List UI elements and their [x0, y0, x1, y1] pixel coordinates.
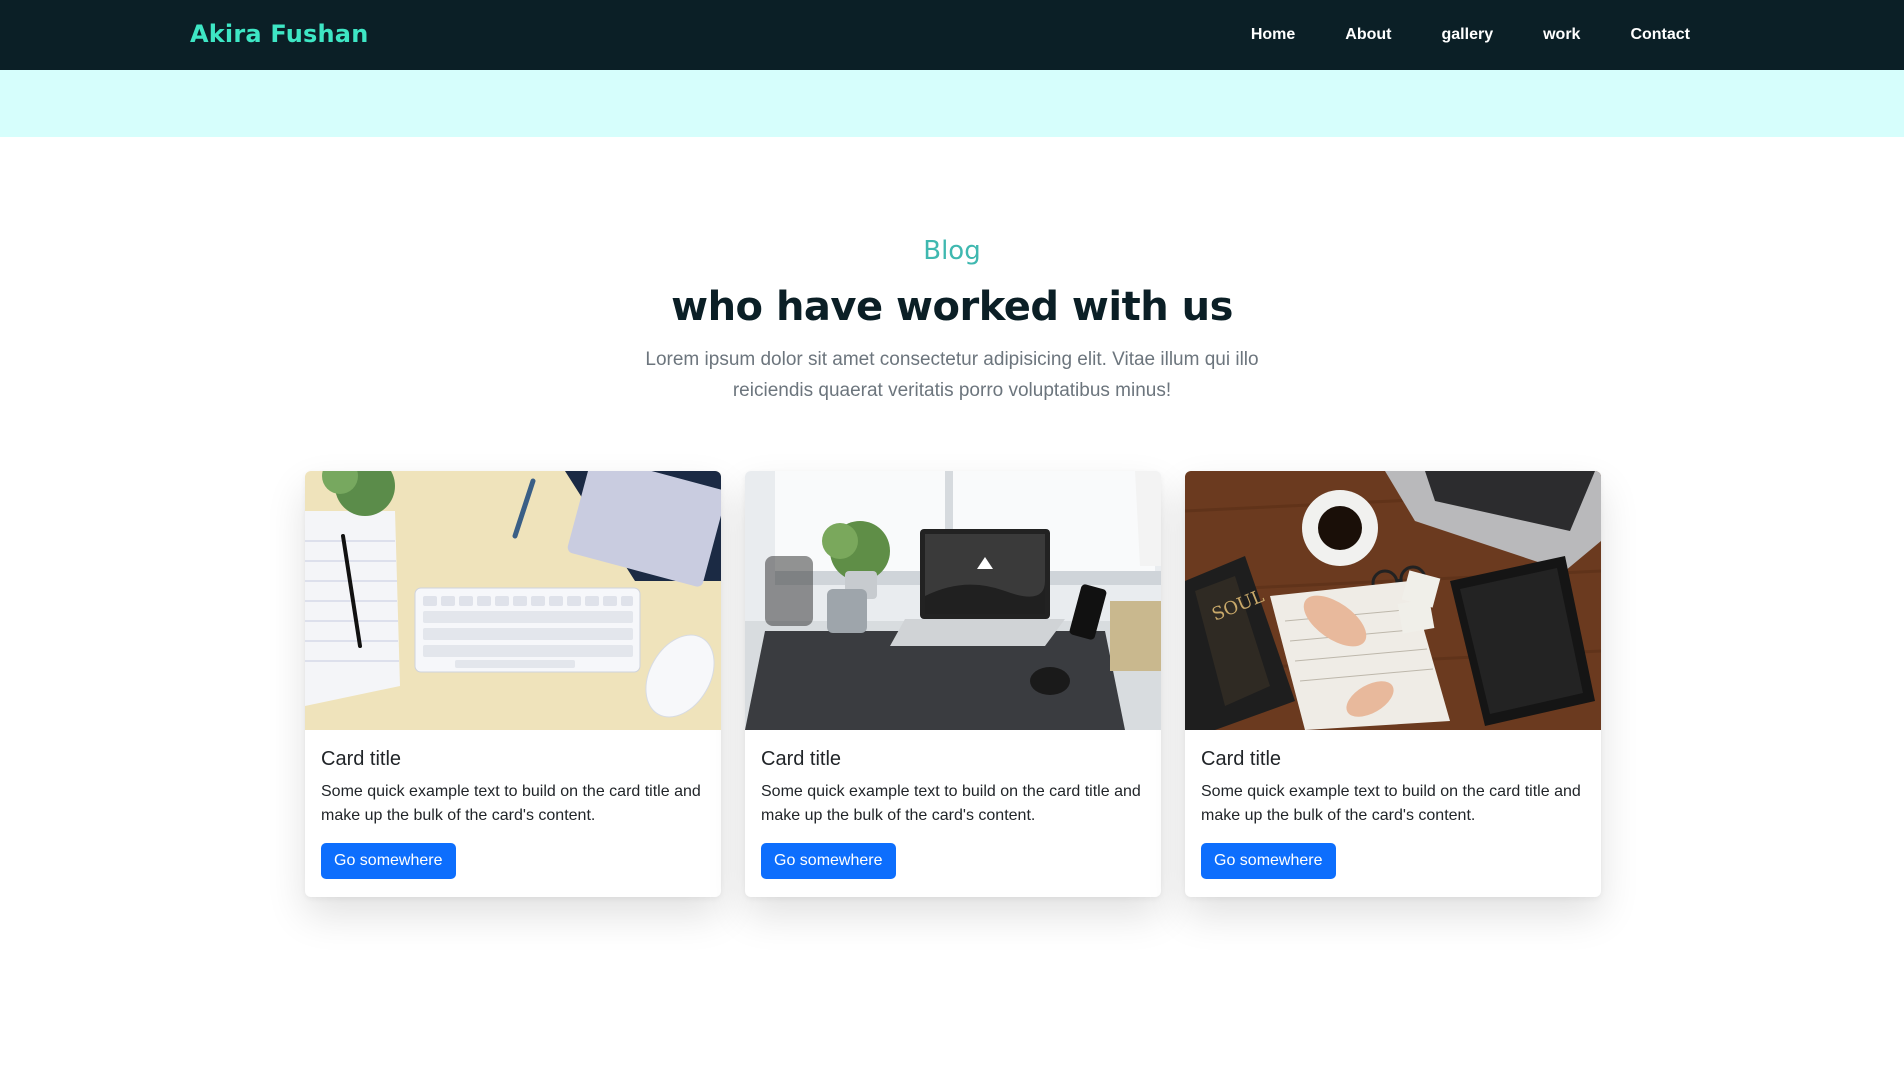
workspace-keyboard-mouse-image: [305, 471, 721, 730]
go-somewhere-button[interactable]: Go somewhere: [1201, 843, 1336, 879]
card-text: Some quick example text to build on the …: [1201, 783, 1581, 824]
card-image-workspace: [305, 471, 721, 730]
card-image-laptop-desk: [745, 471, 1161, 730]
card-body: Card title Some quick example text to bu…: [745, 730, 1161, 895]
hero-band: [0, 70, 1904, 137]
card-title: Card title: [1201, 748, 1282, 770]
top-navbar: Akira Fushan Home About gallery work Con…: [0, 0, 1904, 70]
nav-link-work[interactable]: work: [1543, 26, 1580, 44]
go-somewhere-button[interactable]: Go somewhere: [321, 843, 456, 879]
brand-logo[interactable]: Akira Fushan: [190, 20, 369, 48]
nav-link-about[interactable]: About: [1345, 26, 1391, 44]
card-body: Card title Some quick example text to bu…: [1185, 730, 1601, 895]
card-image-notebook-coffee: SOUL: [1185, 471, 1601, 730]
card-text: Some quick example text to build on the …: [761, 783, 1141, 824]
go-somewhere-button[interactable]: Go somewhere: [761, 843, 896, 879]
nav-links: Home About gallery work Contact: [1251, 0, 1690, 70]
card-title: Card title: [761, 748, 842, 770]
card-text: Some quick example text to build on the …: [321, 783, 701, 824]
blog-card: Card title Some quick example text to bu…: [305, 471, 721, 897]
nav-link-contact[interactable]: Contact: [1630, 26, 1690, 44]
section-heading: who have worked with us: [671, 284, 1233, 330]
section-eyebrow: Blog: [923, 236, 981, 266]
blog-section-header: Blog who have worked with us Lorem ipsum…: [0, 236, 1904, 406]
blog-card: Card title Some quick example text to bu…: [745, 471, 1161, 897]
nav-link-gallery[interactable]: gallery: [1442, 26, 1494, 44]
card-body: Card title Some quick example text to bu…: [305, 730, 721, 895]
blog-card: SOUL Card title Some quick example text …: [1185, 471, 1601, 897]
card-grid: Card title Some quick example text to bu…: [305, 471, 1601, 897]
card-title: Card title: [321, 748, 402, 770]
notebook-coffee-laptop-image: SOUL: [1185, 471, 1601, 730]
nav-link-home[interactable]: Home: [1251, 26, 1295, 44]
section-lead: Lorem ipsum dolor sit amet consectetur a…: [645, 349, 1259, 401]
laptop-desk-window-image: [745, 471, 1161, 730]
